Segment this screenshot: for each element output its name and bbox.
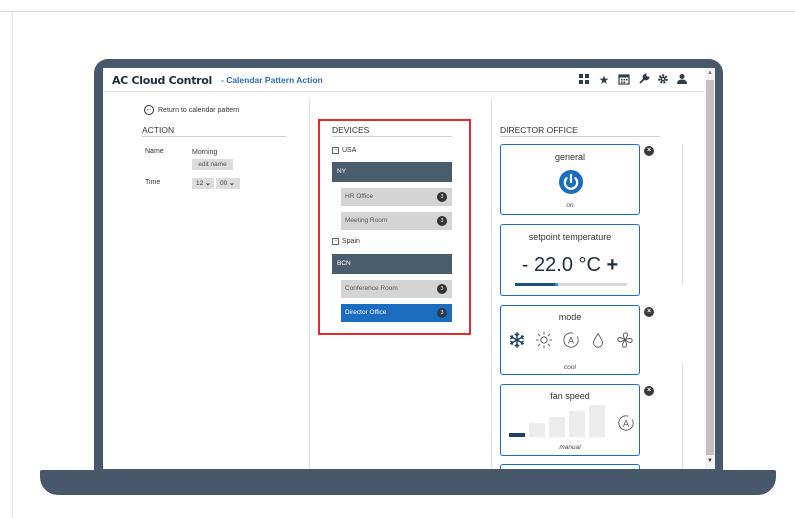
wrench-icon[interactable]: [637, 73, 651, 87]
fan-speed-level-3[interactable]: [549, 417, 565, 437]
return-link-label: Return to calendar pattern: [158, 106, 240, 114]
setpoint-value: 22.0 °C: [534, 254, 601, 276]
mode-options: A: [504, 331, 638, 349]
decrease-temperature-button[interactable]: -: [522, 254, 529, 276]
time-label: Time: [145, 179, 161, 186]
page-subtitle: - Calendar Pattern Action: [221, 75, 323, 85]
chevron-down-icon: ⌄: [229, 180, 235, 187]
scroll-up-arrow-icon[interactable]: ▲: [706, 70, 714, 78]
director-scroll-line: [682, 144, 683, 284]
top-rule: [0, 11, 795, 12]
star-icon[interactable]: ★: [597, 73, 611, 87]
sun-icon[interactable]: [535, 331, 553, 349]
scrollbar-thumb[interactable]: [706, 80, 714, 455]
close-icon[interactable]: ×: [644, 307, 654, 317]
column-divider-left: [309, 98, 310, 469]
mode-card: mode A cool: [500, 305, 640, 375]
app-header: AC Cloud Control - Calendar Pattern Acti…: [103, 68, 705, 92]
action-title-underline: [142, 136, 286, 137]
fan-speed-level-5[interactable]: [589, 405, 605, 437]
mode-status: cool: [564, 364, 576, 371]
fan-auto-icon[interactable]: A: [617, 414, 635, 432]
fan-speed-status: manual: [559, 444, 581, 451]
app-title: AC Cloud Control: [112, 74, 213, 87]
minute-value: 00: [220, 180, 228, 187]
fan-icon[interactable]: [616, 331, 634, 349]
hour-select[interactable]: 12 ⌄: [192, 178, 214, 189]
left-rule: [12, 11, 13, 518]
mode-card-title: mode: [558, 312, 582, 322]
close-icon[interactable]: ×: [644, 146, 654, 156]
svg-text:A: A: [623, 419, 629, 429]
setpoint-slider-fill: [515, 283, 555, 286]
director-title-underline: [500, 136, 660, 137]
hour-value: 12: [196, 180, 204, 187]
general-card-title: general: [554, 152, 586, 162]
fan-speed-bars: [509, 405, 619, 437]
setpoint-card-title: setpoint temperature: [528, 232, 612, 242]
column-divider-right: [491, 98, 492, 469]
auto-icon[interactable]: A: [562, 331, 580, 349]
director-scroll-line-lower: [682, 363, 683, 469]
fan-speed-level-4[interactable]: [569, 411, 585, 437]
setpoint-slider-handle[interactable]: [555, 283, 558, 286]
name-label: Name: [145, 148, 164, 155]
increase-temperature-button[interactable]: +: [607, 254, 619, 276]
user-icon[interactable]: [675, 73, 689, 87]
dashboard-icon[interactable]: [577, 73, 591, 87]
next-card: [500, 464, 640, 469]
snowflake-icon[interactable]: [508, 331, 526, 349]
edit-name-button[interactable]: edit name: [192, 159, 233, 170]
action-title: ACTION: [142, 125, 175, 135]
name-value: Morning: [192, 149, 218, 156]
scroll-down-arrow-icon[interactable]: ▼: [706, 458, 714, 466]
minute-select[interactable]: 00 ⌄: [216, 178, 240, 189]
back-arrow-icon: ←: [144, 105, 154, 115]
setpoint-readout: - 22.0 °C +: [501, 254, 639, 277]
gear-icon[interactable]: [656, 73, 670, 87]
fan-speed-level-2[interactable]: [529, 423, 545, 437]
page: AC Cloud Control - Calendar Pattern Acti…: [0, 0, 795, 518]
close-icon[interactable]: ×: [644, 386, 654, 396]
devices-highlight-box: [318, 119, 471, 335]
chevron-down-icon: ⌄: [205, 180, 211, 187]
svg-text:A: A: [568, 336, 574, 346]
app-screen: AC Cloud Control - Calendar Pattern Acti…: [103, 68, 715, 469]
fan-speed-card: fan speed A manual: [500, 384, 640, 456]
fan-speed-level-1[interactable]: [509, 433, 525, 437]
general-status: on: [566, 202, 574, 209]
setpoint-card: setpoint temperature - 22.0 °C +: [500, 224, 640, 296]
calendar-icon[interactable]: [617, 73, 631, 87]
power-icon[interactable]: [558, 169, 584, 195]
general-card: general on: [500, 144, 640, 215]
drop-icon[interactable]: [589, 331, 607, 349]
laptop-base: [40, 470, 776, 495]
return-to-calendar-link[interactable]: ← Return to calendar pattern: [144, 105, 239, 115]
fan-speed-card-title: fan speed: [550, 391, 590, 401]
director-office-title: DIRECTOR OFFICE: [500, 125, 578, 135]
